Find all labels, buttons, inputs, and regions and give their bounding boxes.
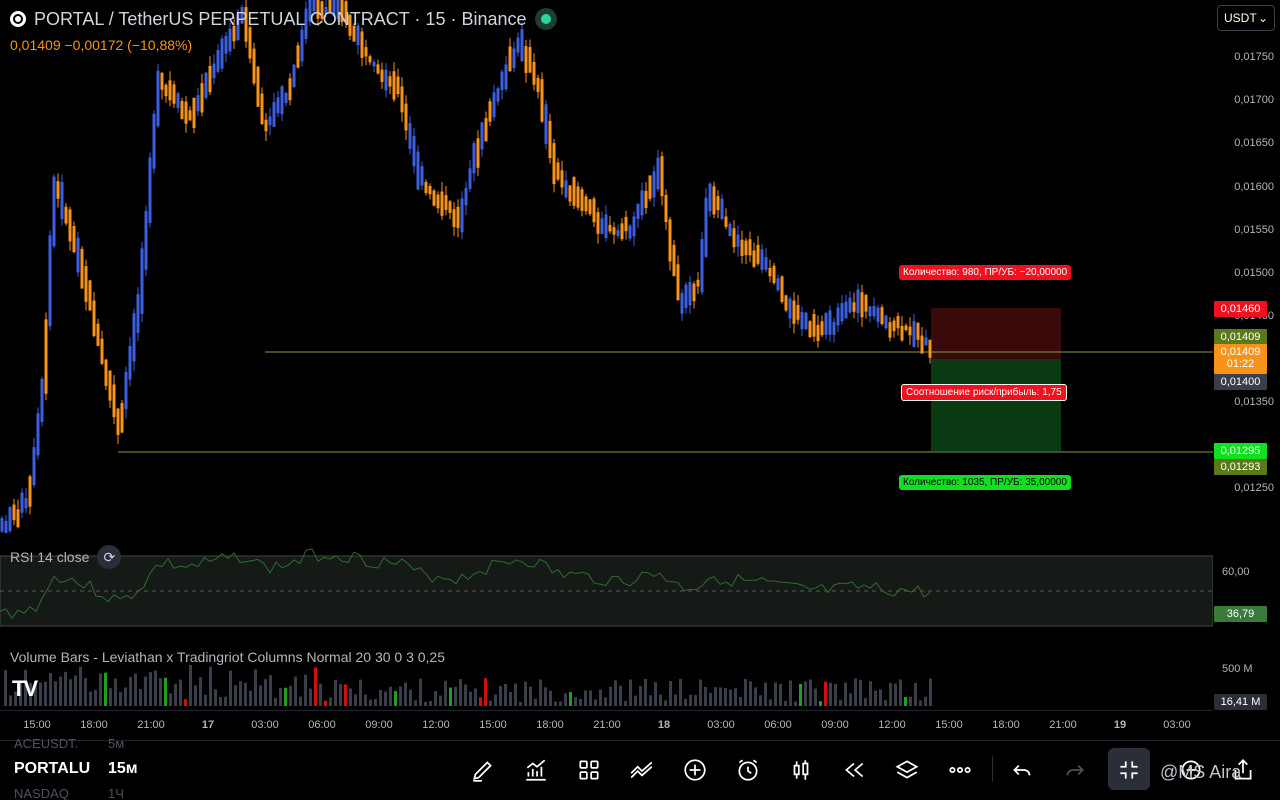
time-tick: 09:00: [365, 719, 393, 731]
price-tick: 0,01700: [1234, 94, 1274, 106]
watchlist-prev-tf: 5м: [108, 736, 125, 751]
redo-icon: [1066, 765, 1084, 776]
time-tick: 21:00: [593, 719, 621, 731]
risk-reward-label[interactable]: Соотношение риск/прибыль: 1,75: [901, 384, 1067, 401]
currency-select[interactable]: USDT ⌄: [1217, 5, 1275, 31]
watchlist-next-tf: 1Ч: [108, 786, 124, 800]
add-button[interactable]: [679, 754, 711, 786]
high-price-tag: 0,01409: [1214, 329, 1267, 345]
compare-lines-icon: [630, 761, 653, 779]
indicators-button[interactable]: [520, 754, 552, 786]
rsi-legend: RSI 14 close ⟳: [10, 545, 122, 569]
time-axis[interactable]: 15:00 18:00 21:00 17 03:00 06:00 09:00 12:00 15:…: [0, 710, 1213, 738]
exchange-logo-icon: [10, 11, 26, 27]
time-tick: 19: [1113, 719, 1127, 731]
candles-icon: [793, 760, 809, 780]
stop-loss-label[interactable]: Количество: 980, ПР/УБ: −20,00000: [899, 265, 1072, 280]
time-tick: 06:00: [764, 719, 792, 731]
take-profit-label[interactable]: Количество: 1035, ПР/УБ: 35,00000: [899, 475, 1071, 490]
chart-type-button[interactable]: [785, 754, 817, 786]
chart-up-icon: [526, 759, 546, 781]
price-change: 0,01409 −0,00172 (−10,88%): [10, 37, 193, 53]
undo-icon: [1013, 765, 1031, 776]
redo-button[interactable]: [1059, 754, 1091, 786]
time-tick: 15:00: [23, 719, 51, 731]
watchlist-prev-symbol: ACEUSDT.: [14, 736, 79, 751]
author-watermark: @MS Aira: [1160, 762, 1242, 782]
rsi-pane[interactable]: [0, 534, 1213, 637]
more-dots-icon: [949, 766, 971, 774]
layouts-button[interactable]: [573, 754, 605, 786]
price-tick: 0,01250: [1234, 482, 1274, 494]
stop-price-tag: 0,01460: [1214, 301, 1267, 317]
time-tick: 03:00: [707, 719, 735, 731]
toolbar-divider: [992, 756, 993, 782]
refresh-icon[interactable]: ⟳: [97, 545, 122, 569]
time-tick: 21:00: [137, 719, 165, 731]
rsi-value-tag: 36,79: [1214, 606, 1267, 622]
plus-circle-icon: [684, 759, 706, 781]
time-tick: 12:00: [878, 719, 906, 731]
more-button[interactable]: [944, 754, 976, 786]
price-tick: 0,01350: [1234, 396, 1274, 408]
layers-icon: [895, 760, 919, 779]
draw-tool-button[interactable]: [467, 754, 499, 786]
replay-button[interactable]: [838, 754, 870, 786]
time-tick: 18:00: [536, 719, 564, 731]
rsi-tick: 60,00: [1222, 566, 1250, 578]
entry-price-tag: 0,01400: [1214, 374, 1267, 390]
current-timeframe[interactable]: 15м: [108, 760, 138, 778]
current-symbol[interactable]: PORTALU: [14, 760, 90, 778]
target-zone: [931, 359, 1061, 451]
grid-icon: [579, 760, 599, 780]
collapse-icon: [1120, 761, 1138, 779]
chevron-down-icon: ⌄: [1257, 11, 1268, 25]
pencil-icon: [473, 761, 492, 782]
volume-value-tag: 16,41 M: [1214, 694, 1267, 710]
time-tick: 18: [657, 719, 671, 731]
rewind-icon: [845, 762, 864, 778]
time-tick: 15:00: [935, 719, 963, 731]
time-tick: 09:00: [821, 719, 849, 731]
watchlist-next-symbol: NASDAQ: [14, 786, 69, 800]
time-tick: 18:00: [80, 719, 108, 731]
tradingview-logo-icon: TV: [12, 676, 38, 701]
time-tick: 21:00: [1049, 719, 1077, 731]
market-open-icon: [534, 8, 557, 30]
alarm-clock-icon: [738, 759, 758, 781]
price-tick: 0,01500: [1234, 267, 1274, 279]
countdown: 01:22: [1226, 358, 1255, 370]
time-tick: 06:00: [308, 719, 336, 731]
rsi-title: RSI 14 close: [10, 549, 90, 565]
time-tick: 17: [201, 719, 215, 731]
time-tick: 03:00: [251, 719, 279, 731]
target-price-tag: 0,01295: [1214, 443, 1267, 459]
chart-header[interactable]: PORTAL / TetherUS PERPETUAL CONTRACT · 1…: [10, 8, 557, 30]
stop-zone: [931, 308, 1061, 359]
time-tick: 18:00: [992, 719, 1020, 731]
fullscreen-toggle[interactable]: [1113, 754, 1145, 786]
time-tick: 03:00: [1163, 719, 1191, 731]
symbol-title[interactable]: PORTAL / TetherUS PERPETUAL CONTRACT · 1…: [34, 9, 527, 30]
price-tick: 0,01650: [1234, 137, 1274, 149]
currency-value: USDT: [1224, 11, 1257, 25]
volume-legend: Volume Bars - Leviathan x Tradingriot Co…: [10, 649, 446, 665]
alerts-button[interactable]: [732, 754, 764, 786]
compare-button[interactable]: [626, 754, 658, 786]
objects-button[interactable]: [891, 754, 923, 786]
price-tick: 0,01550: [1234, 224, 1274, 236]
time-tick: 15:00: [479, 719, 507, 731]
last-price-tag: 0,01409 01:22: [1214, 344, 1267, 374]
price-tick: 0,01600: [1234, 181, 1274, 193]
undo-button[interactable]: [1006, 754, 1038, 786]
volume-tick: 500 M: [1222, 663, 1253, 675]
price-tick: 0,01750: [1234, 51, 1274, 63]
low-price-tag: 0,01293: [1214, 459, 1267, 475]
last-price-value: 0,01409: [1220, 346, 1261, 358]
time-tick: 12:00: [422, 719, 450, 731]
